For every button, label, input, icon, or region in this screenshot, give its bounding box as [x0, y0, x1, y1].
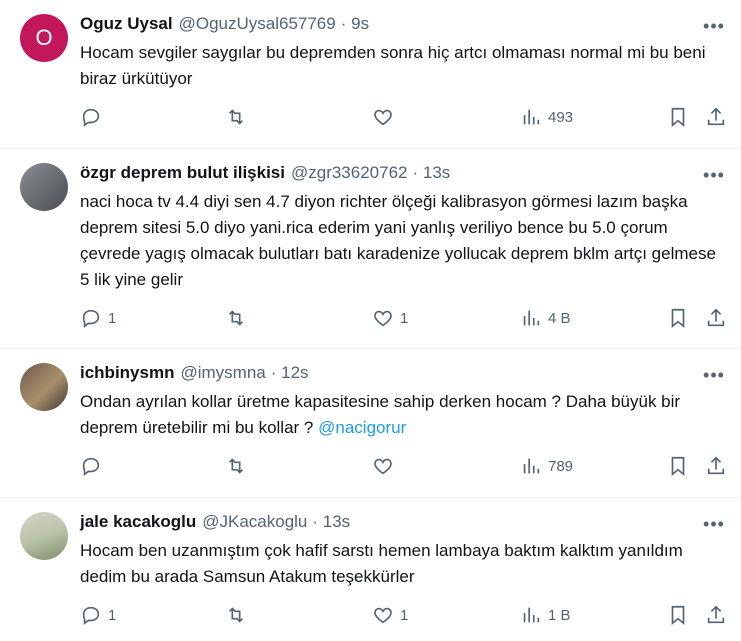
share-icon	[707, 605, 725, 624]
views-button[interactable]: 4 B	[520, 307, 571, 329]
tweet[interactable]: ••• jale kacakoglu @JKacakoglu · 13s Hoc…	[0, 498, 741, 641]
like-button[interactable]	[372, 455, 400, 477]
retweet-icon	[228, 109, 244, 125]
like-count: 1	[400, 606, 409, 624]
tweet-text: Hocam ben uzanmıştım çok hafif sarstı he…	[80, 541, 683, 586]
share-icon	[707, 107, 725, 126]
author-name[interactable]: jale kacakoglu	[80, 512, 196, 532]
views-button[interactable]: 789	[520, 455, 573, 477]
tweet[interactable]: O ••• Oguz Uysal @OguzUysal657769 · 9s H…	[0, 0, 741, 149]
like-button[interactable]	[372, 106, 400, 128]
author-name[interactable]: ichbinysmn	[80, 363, 174, 383]
tweet-actions: 1 1 1 B	[80, 590, 725, 640]
views-icon	[523, 607, 540, 623]
like-icon	[374, 109, 392, 126]
bookmark-icon	[671, 308, 685, 329]
tweet-actions: 1 1 4 B	[80, 293, 725, 343]
bookmark-icon	[671, 456, 685, 477]
avatar[interactable]	[20, 363, 68, 411]
retweet-icon	[228, 607, 244, 623]
more-icon[interactable]: •••	[703, 514, 725, 534]
view-count: 789	[548, 457, 574, 475]
timestamp[interactable]: · 13s	[312, 512, 350, 532]
author-handle[interactable]: @JKacakoglu	[202, 512, 307, 532]
like-count: 1	[400, 309, 409, 327]
mention-link[interactable]: @nacigorur	[318, 418, 406, 437]
views-icon	[523, 310, 540, 326]
tweet[interactable]: ••• özgr deprem bulut ilişkisi @zgr33620…	[0, 149, 741, 349]
like-icon	[374, 607, 392, 624]
author-name[interactable]: özgr deprem bulut ilişkisi	[80, 163, 285, 183]
retweet-icon	[228, 310, 244, 326]
timestamp[interactable]: · 12s	[271, 363, 309, 383]
like-icon	[374, 458, 392, 475]
reply-icon	[82, 108, 100, 127]
share-icon	[707, 308, 725, 327]
tweet-actions: 493	[80, 92, 725, 142]
avatar[interactable]	[20, 512, 68, 560]
author-name[interactable]: Oguz Uysal	[80, 14, 173, 34]
views-icon	[523, 458, 540, 474]
retweet-button[interactable]	[225, 307, 247, 329]
retweet-button[interactable]	[225, 455, 247, 477]
reply-button[interactable]	[80, 455, 108, 477]
view-count: 4 B	[548, 309, 571, 327]
author-handle[interactable]: @zgr33620762	[291, 163, 408, 183]
reply-button[interactable]	[80, 106, 108, 128]
bookmark-button[interactable]	[667, 106, 689, 128]
retweet-icon	[228, 458, 244, 474]
reply-icon	[82, 606, 100, 625]
view-count: 1 B	[548, 606, 571, 624]
bookmark-button[interactable]	[667, 604, 689, 626]
share-button[interactable]	[705, 455, 727, 477]
reply-button[interactable]: 1	[80, 307, 116, 329]
author-handle[interactable]: @OguzUysal657769	[179, 14, 336, 34]
bookmark-button[interactable]	[667, 307, 689, 329]
like-button[interactable]: 1	[372, 307, 408, 329]
views-button[interactable]: 493	[520, 106, 573, 128]
bookmark-button[interactable]	[667, 455, 689, 477]
author-handle[interactable]: @imysmna	[180, 363, 265, 383]
retweet-button[interactable]	[225, 604, 247, 626]
avatar[interactable]	[20, 163, 68, 211]
share-button[interactable]	[705, 106, 727, 128]
more-icon[interactable]: •••	[703, 165, 725, 185]
like-button[interactable]: 1	[372, 604, 408, 626]
bookmark-icon	[671, 107, 685, 128]
retweet-button[interactable]	[225, 106, 247, 128]
reply-count: 1	[108, 309, 117, 327]
reply-count: 1	[108, 606, 117, 624]
bookmark-icon	[671, 605, 685, 626]
views-icon	[523, 109, 540, 125]
more-icon[interactable]: •••	[703, 16, 725, 36]
view-count: 493	[548, 108, 574, 126]
tweet-actions: 789	[80, 441, 725, 491]
views-button[interactable]: 1 B	[520, 604, 571, 626]
reply-icon	[82, 457, 100, 476]
more-icon[interactable]: •••	[703, 365, 725, 385]
share-button[interactable]	[705, 604, 727, 626]
timestamp[interactable]: · 9s	[341, 14, 369, 34]
reply-button[interactable]: 1	[80, 604, 116, 626]
reply-icon	[82, 309, 100, 328]
tweet-text: Ondan ayrılan kollar üretme kapasitesine…	[80, 392, 681, 437]
like-icon	[374, 310, 392, 327]
timestamp[interactable]: · 13s	[413, 163, 451, 183]
share-button[interactable]	[705, 307, 727, 329]
tweet-text: Hocam sevgiler saygılar bu depremden son…	[80, 43, 706, 88]
share-icon	[707, 456, 725, 475]
tweet[interactable]: ••• ichbinysmn @imysmna · 12s Ondan ayrı…	[0, 349, 741, 498]
avatar[interactable]: O	[20, 14, 68, 62]
tweet-text: naci hoca tv 4.4 diyi sen 4.7 diyon rich…	[80, 192, 716, 289]
